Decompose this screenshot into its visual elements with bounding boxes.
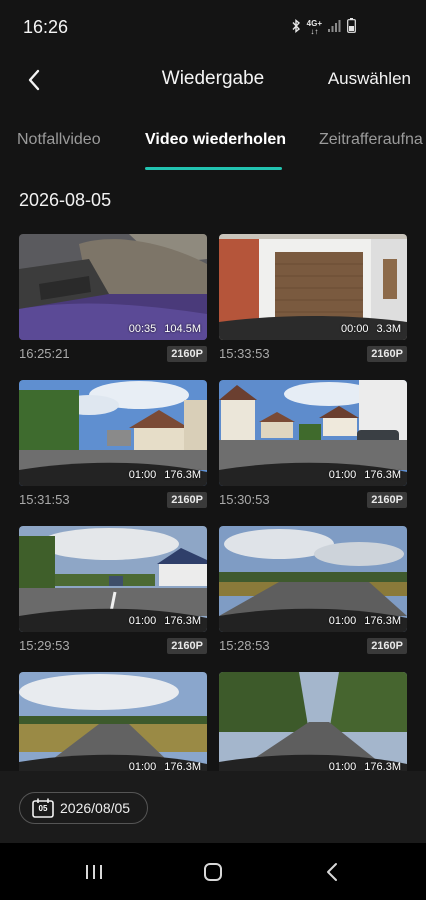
resolution-badge: 2160P: [367, 492, 407, 508]
video-time: 15:31:53: [19, 492, 70, 507]
video-time: 15:33:53: [219, 346, 270, 361]
video-time: 15:29:53: [19, 638, 70, 653]
date-picker-button[interactable]: 05 2026/08/05: [19, 792, 148, 824]
video-thumbnail[interactable]: 01:00 176.3M: [19, 380, 207, 486]
tab-bar: Notfallvideo Video wiederholen Zeitraffe…: [0, 118, 426, 172]
video-card[interactable]: 01:00 176.3M 15:31:53 2160P: [19, 380, 207, 512]
home-button[interactable]: [199, 859, 227, 885]
video-duration: 01:00: [128, 761, 157, 771]
video-thumbnail[interactable]: 01:00 176.3M: [219, 672, 407, 771]
back-button[interactable]: [18, 64, 50, 96]
video-size: 176.3M: [364, 761, 401, 771]
video-duration: 01:00: [128, 469, 157, 481]
video-duration: 00:35: [128, 323, 157, 335]
system-nav-bar: [0, 843, 426, 900]
tab-replay-video[interactable]: Video wiederholen: [145, 131, 286, 149]
video-size: 176.3M: [164, 615, 201, 627]
selected-date: 2026/08/05: [60, 800, 131, 816]
recents-icon: [86, 865, 102, 879]
resolution-badge: 2160P: [367, 346, 407, 362]
app-header: Wiedergabe Auswählen: [0, 56, 426, 104]
video-card[interactable]: 01:00 176.3M 15:28:53 2160P: [219, 526, 407, 658]
video-grid: 00:35 104.5M 16:25:21 2160P 00:00 3.3M 15:…: [0, 234, 426, 771]
video-time: 15:30:53: [219, 492, 270, 507]
status-time: 16:26: [23, 17, 69, 37]
resolution-badge: 2160P: [167, 346, 207, 362]
status-icons: 4G+ ↓↑: [291, 18, 356, 38]
status-bar: 16:26 4G+ ↓↑: [0, 0, 426, 56]
video-card[interactable]: 01:00 176.3M: [19, 672, 207, 771]
recents-button[interactable]: [80, 859, 108, 885]
video-card[interactable]: 00:00 3.3M 15:33:53 2160P: [219, 234, 407, 366]
battery-icon: [347, 18, 356, 38]
video-duration: 01:00: [328, 469, 357, 481]
video-card[interactable]: 01:00 176.3M 15:30:53 2160P: [219, 380, 407, 512]
video-duration: 01:00: [128, 615, 157, 627]
date-filter-bar: 05 2026/08/05: [0, 771, 426, 843]
video-thumbnail[interactable]: 00:00 3.3M: [219, 234, 407, 340]
resolution-badge: 2160P: [367, 638, 407, 654]
video-thumbnail[interactable]: 01:00 176.3M: [19, 672, 207, 771]
video-card[interactable]: 00:35 104.5M 16:25:21 2160P: [19, 234, 207, 366]
video-duration: 01:00: [328, 615, 357, 627]
network-type: 4G+: [306, 19, 322, 28]
home-icon: [204, 863, 222, 881]
video-size: 176.3M: [164, 761, 201, 771]
resolution-badge: 2160P: [167, 492, 207, 508]
video-size: 104.5M: [164, 323, 201, 335]
mobile-data-icon: 4G+ ↓↑: [306, 19, 322, 36]
tab-timelapse[interactable]: Zeitrafferaufna: [319, 131, 423, 149]
video-thumbnail[interactable]: 01:00 176.3M: [219, 380, 407, 486]
video-card[interactable]: 01:00 176.3M 15:29:53 2160P: [19, 526, 207, 658]
bluetooth-icon: [291, 18, 301, 38]
active-tab-indicator: [145, 167, 282, 170]
video-size: 176.3M: [364, 469, 401, 481]
video-thumbnail[interactable]: 01:00 176.3M: [19, 526, 207, 632]
video-time: 16:25:21: [19, 346, 70, 361]
signal-icon: [328, 19, 341, 37]
video-duration: 01:00: [328, 761, 357, 771]
video-card[interactable]: 01:00 176.3M: [219, 672, 407, 771]
tab-emergency-video[interactable]: Notfallvideo: [17, 131, 101, 149]
video-size: 176.3M: [364, 615, 401, 627]
video-size: 176.3M: [164, 469, 201, 481]
select-button[interactable]: Auswählen: [328, 69, 411, 89]
video-size: 3.3M: [376, 323, 401, 335]
resolution-badge: 2160P: [167, 638, 207, 654]
date-group-heading: 2026-08-05: [19, 190, 112, 210]
video-duration: 00:00: [341, 323, 369, 335]
video-thumbnail[interactable]: 00:35 104.5M: [19, 234, 207, 340]
back-chevron-icon: [28, 69, 40, 91]
calendar-icon: 05: [32, 798, 54, 818]
video-time: 15:28:53: [219, 638, 270, 653]
calendar-day: 05: [38, 804, 48, 813]
video-thumbnail[interactable]: 01:00 176.3M: [219, 526, 407, 632]
nav-back-button[interactable]: [318, 859, 346, 885]
back-icon: [327, 863, 337, 881]
